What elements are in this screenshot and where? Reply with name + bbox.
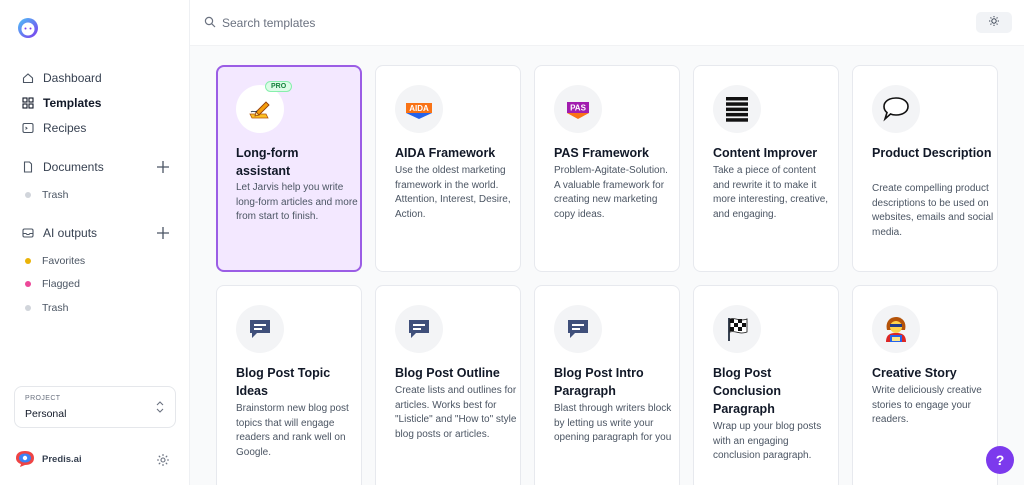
- outputs-trash[interactable]: Trash: [25, 302, 68, 314]
- card-icon-wrap: [872, 305, 920, 353]
- card-icon-wrap: PAS: [554, 85, 602, 133]
- favorites-dot: [25, 258, 31, 264]
- outputs-flagged[interactable]: Flagged: [25, 278, 80, 290]
- nav-dashboard-label: Dashboard: [43, 71, 102, 85]
- search-input[interactable]: [222, 12, 622, 34]
- project-value: Personal: [25, 408, 67, 420]
- nav-documents[interactable]: Documents: [22, 160, 104, 174]
- documents-trash[interactable]: Trash: [25, 189, 68, 201]
- card-title: Long-form assistant: [236, 146, 299, 178]
- nav-ai-outputs[interactable]: AI outputs: [22, 226, 97, 240]
- document-icon: [22, 161, 34, 173]
- template-card-aida[interactable]: AIDA AIDA Framework Use the oldest marke…: [375, 65, 521, 272]
- nav-templates-label: Templates: [43, 96, 102, 110]
- terminal-icon: [22, 122, 34, 134]
- outputs-favorites-label: Favorites: [42, 255, 86, 267]
- chevron-updown-icon: [156, 401, 164, 413]
- home-icon: [22, 72, 34, 84]
- trash-dot: [25, 305, 31, 311]
- nav-recipes[interactable]: Recipes: [22, 121, 86, 135]
- message-icon: [250, 320, 270, 338]
- card-title: Blog Post Intro Paragraph: [554, 366, 644, 398]
- grid-icon: [22, 97, 34, 109]
- aida-icon-text: AIDA: [409, 104, 429, 113]
- brand-name: Predis.ai: [42, 453, 82, 465]
- add-document-icon[interactable]: [156, 160, 170, 174]
- top-bar: [190, 0, 1024, 46]
- card-description: Use the oldest marketing framework in th…: [395, 165, 511, 220]
- card-description: Take a piece of content and rewrite it t…: [713, 165, 829, 220]
- brand[interactable]: Predis.ai: [14, 450, 82, 468]
- storyteller-icon: [886, 317, 906, 342]
- nav-ai-outputs-label: AI outputs: [43, 226, 98, 240]
- template-card-creative-story[interactable]: Creative Story Write deliciously creativ…: [852, 285, 998, 485]
- card-description: Wrap up your blog posts with an engaging…: [713, 421, 822, 461]
- template-card-pas[interactable]: PAS PAS Framework Problem-Agitate-Soluti…: [534, 65, 680, 272]
- card-icon-wrap: [713, 305, 761, 353]
- card-description: Brainstorm new blog post topics that wil…: [236, 403, 349, 458]
- nav-recipes-label: Recipes: [43, 121, 87, 135]
- project-selector[interactable]: PROJECT Personal: [14, 386, 176, 428]
- outputs-flagged-label: Flagged: [42, 278, 80, 290]
- gear-icon[interactable]: [156, 453, 170, 467]
- pen-writing-icon: [249, 101, 270, 119]
- card-description: Blast through writers block by letting u…: [554, 403, 672, 443]
- nav-templates[interactable]: Templates: [22, 96, 101, 110]
- outputs-trash-label: Trash: [42, 302, 69, 314]
- card-title: Blog Post Topic Ideas: [236, 366, 331, 398]
- card-icon-wrap: [713, 85, 761, 133]
- card-title: AIDA Framework: [395, 146, 496, 160]
- aida-icon: AIDA: [406, 103, 432, 119]
- card-icon-wrap: [554, 305, 602, 353]
- pas-icon: PAS: [567, 102, 589, 119]
- message-icon: [409, 320, 429, 338]
- card-title: PAS Framework: [554, 146, 649, 160]
- card-title: Blog Post Outline: [395, 366, 500, 380]
- sidebar: Dashboard Templates Recipes Documents Tr…: [0, 0, 190, 485]
- card-title: Blog Post Conclusion Paragraph: [713, 366, 782, 416]
- card-description: Problem-Agitate-Solution. A valuable fra…: [554, 165, 668, 220]
- card-icon-wrap: [395, 305, 443, 353]
- inbox-icon: [22, 227, 34, 239]
- template-card-blog-topic-ideas[interactable]: Blog Post Topic Ideas Brainstorm new blo…: [216, 285, 362, 485]
- card-icon-wrap: [236, 85, 284, 133]
- card-title: Content Improver: [713, 146, 818, 160]
- template-card-blog-outline[interactable]: Blog Post Outline Create lists and outli…: [375, 285, 521, 485]
- outputs-favorites[interactable]: Favorites: [25, 255, 85, 267]
- documents-trash-label: Trash: [42, 189, 69, 201]
- template-card-content-improver[interactable]: Content Improver Take a piece of content…: [693, 65, 839, 272]
- flagged-dot: [25, 281, 31, 287]
- predis-logo-icon: [16, 451, 34, 467]
- card-description: Let Jarvis help you write long-form arti…: [236, 182, 358, 222]
- ideas-button[interactable]: [976, 12, 1012, 33]
- pas-icon-text: PAS: [570, 104, 587, 113]
- card-description: Create lists and outlines for articles. …: [395, 385, 517, 440]
- card-title: Creative Story: [872, 366, 957, 380]
- template-card-blog-intro[interactable]: Blog Post Intro Paragraph Blast through …: [534, 285, 680, 485]
- lightbulb-icon: [989, 16, 999, 26]
- trash-dot: [25, 192, 31, 198]
- template-card-blog-conclusion[interactable]: Blog Post Conclusion Paragraph Wrap up y…: [693, 285, 839, 485]
- search-icon: [204, 16, 216, 28]
- card-icon-wrap: [872, 85, 920, 133]
- app-logo-icon[interactable]: [16, 16, 40, 40]
- nav-documents-label: Documents: [43, 160, 104, 174]
- card-description: Create compelling product descriptions t…: [872, 183, 994, 238]
- message-icon: [568, 320, 588, 338]
- template-card-long-form[interactable]: PRO Long-form assistant Let Jarvis help …: [216, 65, 362, 272]
- card-title: Product Description: [872, 146, 992, 160]
- card-icon-wrap: [236, 305, 284, 353]
- project-label: PROJECT: [25, 395, 61, 402]
- pro-badge: PRO: [265, 81, 293, 92]
- card-description: Write deliciously creative stories to en…: [872, 385, 982, 425]
- card-icon-wrap: AIDA: [395, 85, 443, 133]
- speech-bubble-icon: [883, 97, 909, 122]
- nav-dashboard[interactable]: Dashboard: [22, 71, 102, 85]
- lines-icon: [726, 97, 748, 122]
- template-card-product-description[interactable]: Product Description Create compelling pr…: [852, 65, 998, 272]
- add-output-icon[interactable]: [156, 226, 170, 240]
- checkered-flag-icon: [728, 318, 748, 341]
- help-button[interactable]: ?: [986, 446, 1014, 474]
